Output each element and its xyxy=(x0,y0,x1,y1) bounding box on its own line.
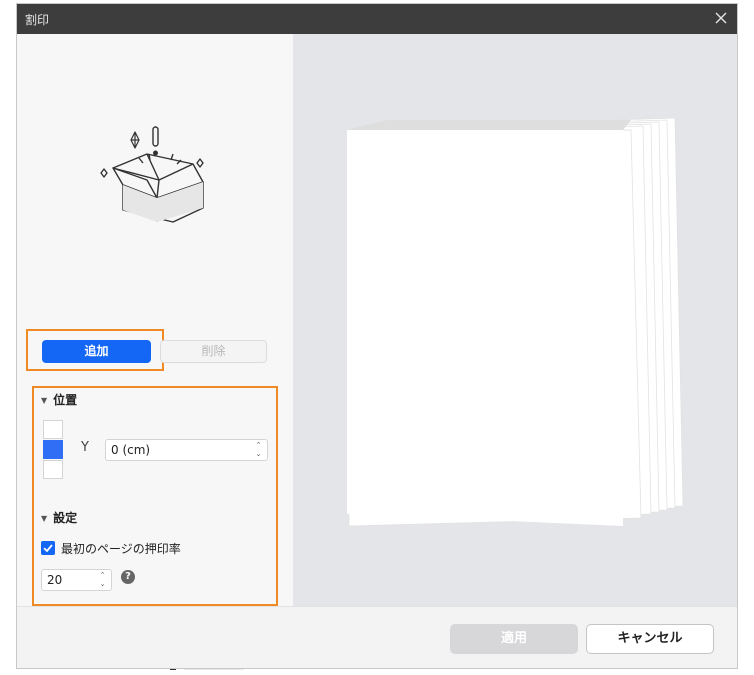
open-box-icon xyxy=(95,114,215,224)
y-axis-label: Y xyxy=(81,440,89,455)
rate-value: 20 xyxy=(47,573,63,587)
dialog-footer: 適用 キャンセル xyxy=(17,606,737,668)
apply-button[interactable]: 適用 xyxy=(450,624,578,654)
spinner-icon[interactable]: ⌃ ⌄ xyxy=(254,441,263,459)
first-page-label[interactable]: 最初のページの押印率 xyxy=(61,540,181,557)
cancel-button[interactable]: キャンセル xyxy=(586,624,714,654)
add-button[interactable]: 追加 xyxy=(42,340,151,363)
settings-panel: 追加 削除 ▼ 位置 Y 0 (cm) ⌃ ⌄ ▼ 設定 最初のページの押印率 20 … xyxy=(17,34,293,606)
title-bar: 割印 xyxy=(17,4,737,34)
stamp-dialog: 割印 追加 削除 ▼ 位置 Y 0 (cm) ⌃ ⌄ ▼ 設定 最初のページの押… xyxy=(16,3,738,669)
y-offset-input[interactable]: 0 (cm) ⌃ ⌄ xyxy=(105,439,268,461)
question-icon[interactable]: ? xyxy=(121,570,135,584)
y-offset-value: 0 (cm) xyxy=(111,443,151,457)
position-middle-cell[interactable] xyxy=(43,440,63,459)
settings-section-header[interactable]: ▼ 設定 xyxy=(41,509,77,526)
position-bottom-cell[interactable] xyxy=(43,460,63,479)
position-top-cell[interactable] xyxy=(43,420,63,439)
dialog-title: 割印 xyxy=(25,13,50,27)
caret-down-icon: ▼ xyxy=(41,514,48,523)
checkmark-icon xyxy=(43,544,53,553)
delete-button[interactable]: 削除 xyxy=(160,340,267,363)
position-heading: 位置 xyxy=(53,393,78,407)
position-section-header[interactable]: ▼ 位置 xyxy=(41,391,77,408)
rate-input[interactable]: 20 ⌃ ⌄ xyxy=(41,569,112,591)
position-selector xyxy=(43,420,63,479)
settings-heading: 設定 xyxy=(53,511,78,525)
caret-down-icon: ▼ xyxy=(41,396,48,405)
page-stack-preview xyxy=(347,117,687,528)
spinner-icon[interactable]: ⌃ ⌄ xyxy=(98,571,107,589)
close-icon[interactable] xyxy=(713,10,729,26)
first-page-checkbox[interactable] xyxy=(41,541,55,555)
